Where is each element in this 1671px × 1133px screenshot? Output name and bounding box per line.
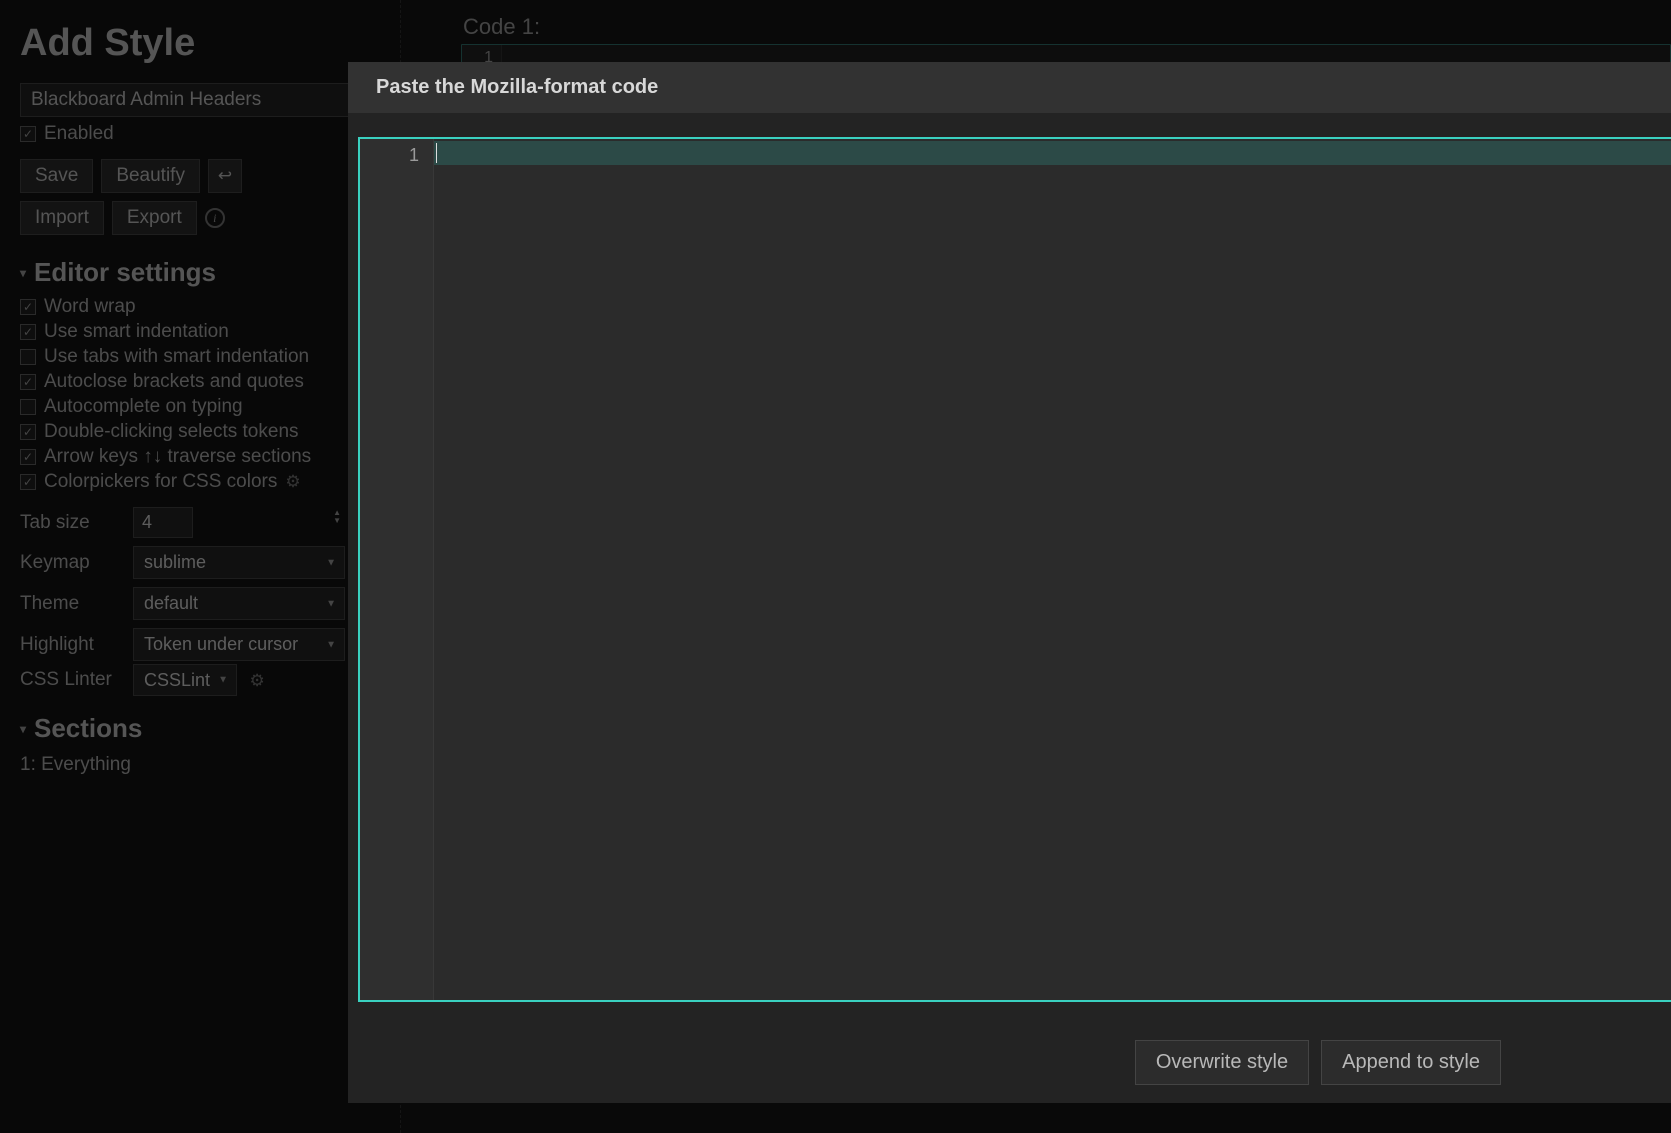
overwrite-style-button[interactable]: Overwrite style xyxy=(1135,1040,1309,1085)
modal-code-editor[interactable]: 1 xyxy=(358,137,1671,1002)
append-to-style-button[interactable]: Append to style xyxy=(1321,1040,1501,1085)
modal-overlay: Paste the Mozilla-format code 1 Overwrit… xyxy=(0,0,1671,1133)
line-gutter: 1 xyxy=(360,139,434,1000)
current-line-highlight xyxy=(434,141,1671,165)
text-cursor xyxy=(436,143,437,163)
code-textarea[interactable] xyxy=(434,139,1671,1000)
modal-title: Paste the Mozilla-format code xyxy=(348,62,1671,113)
import-modal: Paste the Mozilla-format code 1 Overwrit… xyxy=(348,62,1671,1103)
